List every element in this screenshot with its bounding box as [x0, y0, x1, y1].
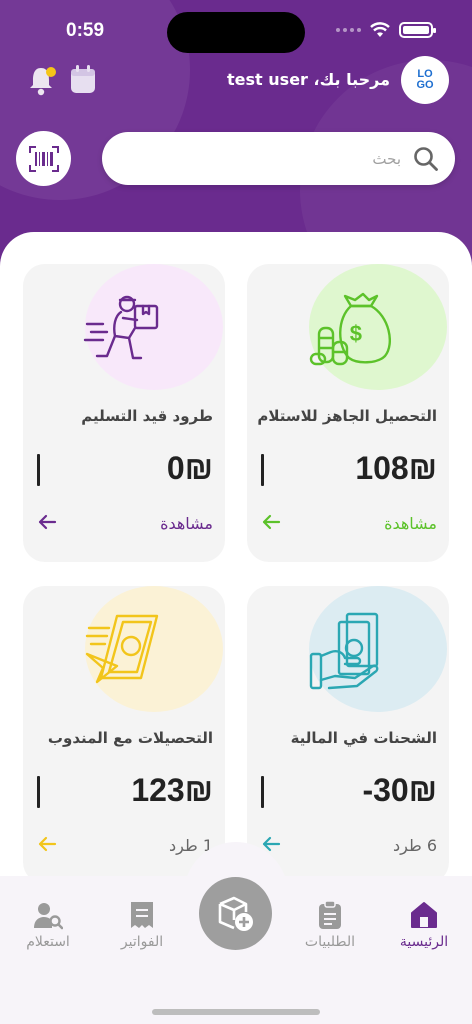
- card-view-link[interactable]: مشاهدة: [160, 514, 213, 533]
- card-shipments-in-finance[interactable]: الشحنات في المالية -30₪ 6 طرد: [247, 586, 449, 884]
- card-value: -30₪: [362, 772, 437, 808]
- add-shipment-button[interactable]: [199, 877, 272, 950]
- card-value: 0₪: [166, 450, 213, 486]
- nav-inquiry-label: استعلام: [26, 934, 70, 950]
- home-indicator: [152, 1009, 320, 1015]
- nav-home[interactable]: الرئيسية: [384, 900, 464, 950]
- card-divider: [261, 454, 264, 486]
- notification-bell-icon[interactable]: [28, 64, 58, 96]
- card-title: التحصيلات مع المندوب: [47, 729, 213, 747]
- wifi-icon: [370, 22, 390, 37]
- clipboard-icon: [319, 900, 341, 929]
- status-time: 0:59: [66, 20, 105, 41]
- invoice-icon: [131, 902, 153, 928]
- card-view-link[interactable]: مشاهدة: [384, 514, 437, 533]
- search-icon: [414, 146, 438, 171]
- dynamic-island: [167, 12, 305, 53]
- nav-invoices-label: الفواتير: [120, 934, 164, 950]
- card-value: 108₪: [355, 450, 437, 486]
- card-collections-with-courier[interactable]: التحصيلات مع المندوب 123₪ 1 طرد: [23, 586, 225, 884]
- card-ready-collection[interactable]: $ التحصيل الجاهز للاستلام 108₪ مشاهدة: [247, 264, 449, 562]
- nav-orders-label: الطلبيات: [304, 934, 356, 950]
- svg-text:$: $: [350, 321, 362, 346]
- home-icon: [411, 902, 437, 928]
- nav-orders[interactable]: الطلبيات: [290, 900, 370, 950]
- nav-invoices[interactable]: الفواتير: [102, 900, 182, 950]
- status-icons: [336, 22, 436, 38]
- arrow-left-icon[interactable]: [37, 834, 57, 854]
- logo: LO GO: [401, 56, 449, 104]
- card-parcels-in-delivery[interactable]: طرود قيد التسليم 0₪ مشاهدة: [23, 264, 225, 562]
- nav-inquiry[interactable]: استعلام: [8, 900, 88, 950]
- card-divider: [37, 454, 40, 486]
- card-title: الشحنات في المالية: [290, 729, 437, 747]
- user-search-icon: [34, 903, 63, 930]
- nav-home-label: الرئيسية: [399, 934, 449, 950]
- search-bar[interactable]: [102, 132, 455, 185]
- greeting: مرحبا بك، test user: [227, 70, 390, 89]
- arrow-left-icon[interactable]: [37, 512, 57, 532]
- card-divider: [261, 776, 264, 808]
- logo-text-bottom: GO: [416, 79, 434, 91]
- money-bag-icon: $: [309, 292, 391, 366]
- card-title: التحصيل الجاهز للاستلام: [257, 407, 437, 425]
- arrow-left-icon[interactable]: [261, 512, 281, 532]
- battery-icon: [399, 22, 436, 38]
- card-title: طرود قيد التسليم: [81, 407, 213, 425]
- barcode-scan-icon: [28, 145, 59, 172]
- card-count-link[interactable]: 6 طرد: [393, 836, 437, 855]
- card-value: 123₪: [131, 772, 213, 808]
- calendar-icon[interactable]: [70, 64, 96, 94]
- hand-cash-icon: [309, 612, 379, 690]
- search-input[interactable]: [131, 149, 401, 168]
- card-divider: [37, 776, 40, 808]
- barcode-scan-button[interactable]: [16, 131, 71, 186]
- add-package-icon: [218, 896, 253, 931]
- signal-icon: [336, 28, 361, 32]
- delivery-courier-icon: [83, 295, 159, 360]
- money-transfer-icon: [85, 614, 159, 684]
